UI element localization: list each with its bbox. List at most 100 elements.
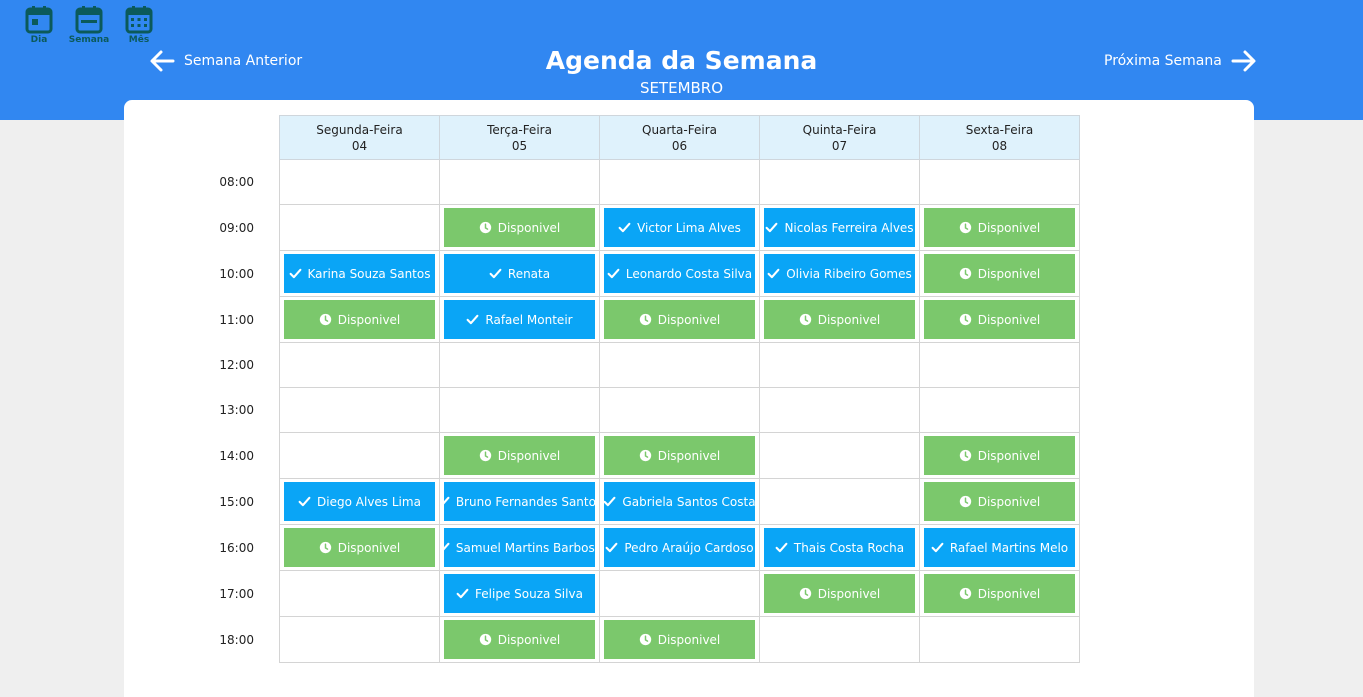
clock-icon <box>479 221 491 234</box>
schedule-cell: Disponivel <box>919 296 1080 343</box>
slot-label: Disponivel <box>977 220 1041 235</box>
next-week-button[interactable]: Próxima Semana <box>1104 48 1258 74</box>
available-slot[interactable]: Disponivel <box>284 528 435 567</box>
available-slot[interactable]: Disponivel <box>604 620 755 659</box>
available-slot[interactable]: Disponivel <box>924 208 1075 247</box>
booked-appointment[interactable]: Gabriela Santos Costa <box>604 482 755 521</box>
available-slot[interactable]: Disponivel <box>924 436 1075 475</box>
clock-icon <box>799 587 811 600</box>
booked-appointment[interactable]: Rafael Martins Melo <box>924 528 1075 567</box>
clock-icon <box>959 313 971 326</box>
clock-icon <box>639 313 651 326</box>
check-icon <box>444 542 450 551</box>
schedule-cell[interactable] <box>759 159 920 205</box>
clock-icon <box>959 587 971 600</box>
clock-icon <box>959 495 971 508</box>
booked-appointment[interactable]: Diego Alves Lima <box>284 482 435 521</box>
schedule-cell[interactable] <box>439 387 600 433</box>
schedule-cell: Disponivel <box>919 432 1080 479</box>
schedule-card: Segunda-Feira 04 Terça-Feira 05 Quarta-Fei… <box>124 100 1254 697</box>
schedule-cell[interactable] <box>919 387 1080 433</box>
available-slot[interactable]: Disponivel <box>764 300 915 339</box>
clock-icon <box>799 313 811 326</box>
available-slot[interactable]: Disponivel <box>604 300 755 339</box>
available-slot[interactable]: Disponivel <box>924 300 1075 339</box>
booked-appointment[interactable]: Olivia Ribeiro Gomes <box>764 254 915 293</box>
available-slot[interactable]: Disponivel <box>604 436 755 475</box>
slot-label: Pedro Araújo Cardoso <box>624 540 754 555</box>
schedule-cell[interactable] <box>599 387 760 433</box>
available-slot[interactable]: Disponivel <box>924 574 1075 613</box>
calendar-month-icon <box>125 6 153 34</box>
schedule-cell[interactable] <box>919 159 1080 205</box>
available-slot[interactable]: Disponivel <box>444 620 595 659</box>
schedule-cell: Victor Lima Alves <box>599 204 760 251</box>
schedule-cell[interactable] <box>759 478 920 525</box>
schedule-cell: Leonardo Costa Silva <box>599 250 760 297</box>
slot-label: Nicolas Ferreira Alves <box>784 220 914 235</box>
schedule-cell[interactable] <box>919 342 1080 388</box>
schedule-cell[interactable] <box>759 616 920 663</box>
time-cell: 18:00 <box>219 617 280 663</box>
slot-label: Disponivel <box>977 494 1041 509</box>
time-cell: 10:00 <box>219 251 280 297</box>
schedule-cell[interactable] <box>759 387 920 433</box>
schedule-cell[interactable] <box>439 159 600 205</box>
booked-appointment[interactable]: Rafael Monteir <box>444 300 595 339</box>
time-cell: 13:00 <box>219 388 280 433</box>
schedule-cell[interactable] <box>599 342 760 388</box>
schedule-cell[interactable] <box>599 159 760 205</box>
schedule-cell[interactable] <box>599 570 760 617</box>
booked-appointment[interactable]: Bruno Fernandes Santos <box>444 482 595 521</box>
schedule-cell[interactable] <box>279 342 440 388</box>
check-icon <box>766 222 778 233</box>
view-week-button[interactable]: Semana <box>64 5 114 45</box>
schedule-cell[interactable] <box>279 204 440 251</box>
view-day-button[interactable]: Dia <box>14 5 64 45</box>
slot-label: Diego Alves Lima <box>317 494 421 509</box>
time-label: 13:00 <box>219 403 254 417</box>
slot-label: Felipe Souza Silva <box>475 586 583 601</box>
view-month-button[interactable]: Mês <box>114 5 164 45</box>
schedule-cell[interactable] <box>279 387 440 433</box>
booked-appointment[interactable]: Victor Lima Alves <box>604 208 755 247</box>
available-slot[interactable]: Disponivel <box>764 574 915 613</box>
booked-appointment[interactable]: Samuel Martins Barbosa <box>444 528 595 567</box>
day-header-row: Segunda-Feira 04 Terça-Feira 05 Quarta-Fei… <box>279 115 1080 160</box>
available-slot[interactable]: Disponivel <box>924 482 1075 521</box>
schedule-cell[interactable] <box>759 342 920 388</box>
check-icon <box>775 542 788 553</box>
schedule-cell[interactable] <box>439 342 600 388</box>
booked-appointment[interactable]: Nicolas Ferreira Alves <box>764 208 915 247</box>
view-switcher: Dia Semana Mês <box>14 5 164 45</box>
schedule-cell[interactable] <box>919 616 1080 663</box>
available-slot[interactable]: Disponivel <box>284 300 435 339</box>
booked-appointment[interactable]: Leonardo Costa Silva <box>604 254 755 293</box>
schedule-cell[interactable] <box>279 159 440 205</box>
booked-appointment[interactable]: Renata <box>444 254 595 293</box>
booked-appointment[interactable]: Felipe Souza Silva <box>444 574 595 613</box>
schedule-cell[interactable] <box>279 616 440 663</box>
time-cell: 12:00 <box>219 343 280 388</box>
schedule-cell: Disponivel <box>439 616 600 663</box>
time-label: 16:00 <box>219 540 254 555</box>
schedule-cell[interactable] <box>279 570 440 617</box>
check-icon <box>605 542 618 553</box>
available-slot[interactable]: Disponivel <box>444 436 595 475</box>
booked-appointment[interactable]: Thais Costa Rocha <box>764 528 915 567</box>
booked-appointment[interactable]: Pedro Araújo Cardoso <box>604 528 755 567</box>
booked-appointment[interactable]: Karina Souza Santos <box>284 254 435 293</box>
schedule-cell[interactable] <box>759 432 920 479</box>
schedule-cell: Disponivel <box>599 296 760 343</box>
day-name: Segunda-Feira <box>316 122 403 137</box>
schedule-cell[interactable] <box>279 432 440 479</box>
slot-label: Disponivel <box>977 312 1041 327</box>
available-slot[interactable]: Disponivel <box>924 254 1075 293</box>
day-date: 04 <box>351 138 368 153</box>
check-icon <box>607 268 620 279</box>
time-cell: 15:00 <box>219 479 280 525</box>
schedule-cell: Disponivel <box>919 478 1080 525</box>
time-row: 11:00 Disponivel Rafael Monteir Disponivel D… <box>219 296 1080 343</box>
schedule-cell: Bruno Fernandes Santos <box>439 478 600 525</box>
available-slot[interactable]: Disponivel <box>444 208 595 247</box>
